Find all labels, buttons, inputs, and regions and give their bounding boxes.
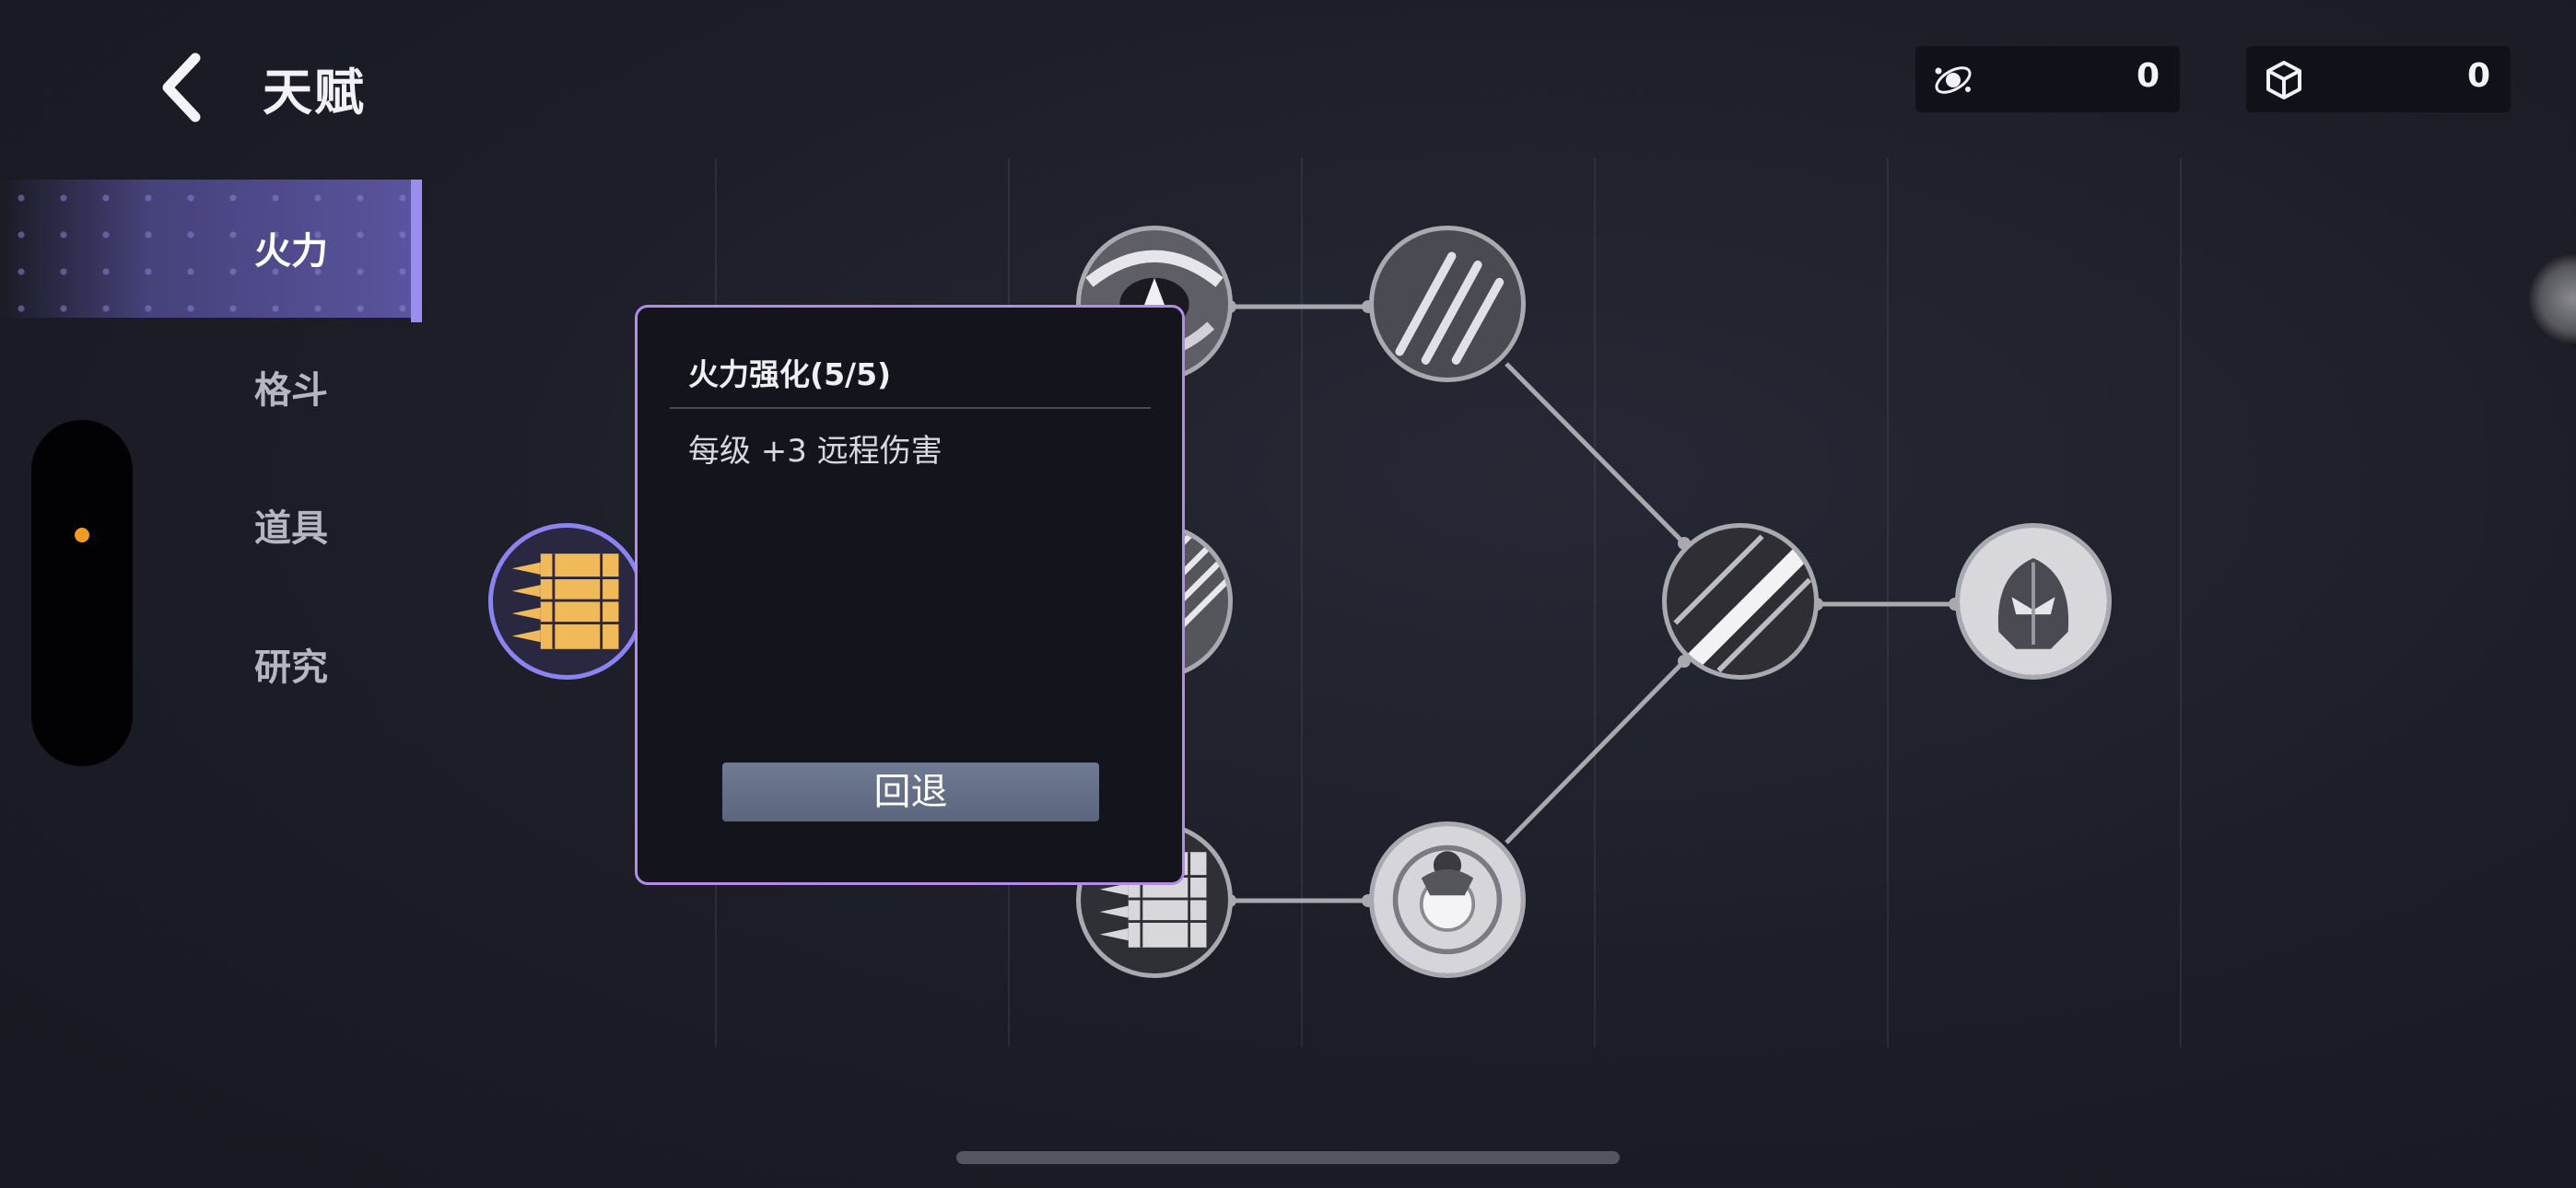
bullets-icon — [511, 553, 619, 649]
claw-slash-icon — [1374, 230, 1521, 378]
shockwave-icon — [1374, 826, 1521, 973]
talent-node-power-slash[interactable] — [1662, 523, 1819, 680]
undo-button[interactable]: 回退 — [722, 763, 1099, 821]
popup-description: 每级 +3 远程伤害 — [688, 433, 943, 470]
talent-node-bullets[interactable] — [488, 523, 645, 680]
talent-node-claw-slash[interactable] — [1369, 226, 1526, 382]
talent-node-armored-helmet[interactable] — [1955, 523, 2112, 680]
talent-detail-popup: 火力强化(5/5) 每级 +3 远程伤害 回退 — [635, 305, 1185, 885]
popup-title: 火力强化(5/5) — [688, 356, 892, 392]
talent-connectors — [1224, 300, 1961, 907]
power-slash-icon — [1667, 528, 1814, 675]
home-indicator[interactable] — [956, 1151, 1620, 1164]
helmet-icon — [1960, 528, 2107, 675]
popup-divider — [670, 407, 1151, 409]
talent-node-shockwave[interactable] — [1369, 821, 1526, 978]
